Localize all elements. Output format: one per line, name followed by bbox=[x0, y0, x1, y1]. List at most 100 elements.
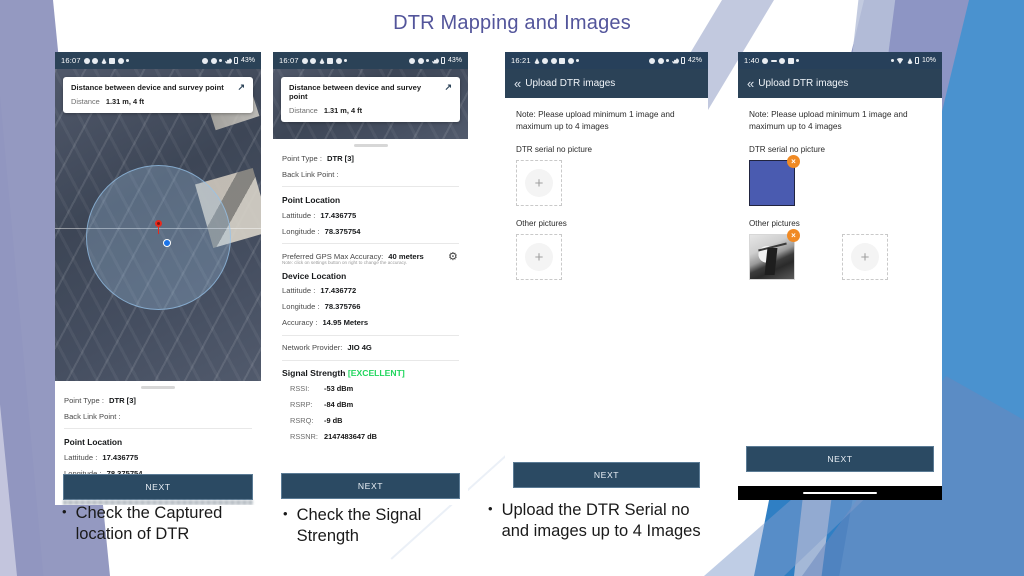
latitude-label: Lattitude : bbox=[64, 452, 98, 462]
bottom-sheet-handle[interactable] bbox=[353, 144, 388, 147]
android-nav-bar bbox=[738, 486, 942, 500]
map-view[interactable]: Distance between device and survey point… bbox=[273, 69, 468, 139]
divider bbox=[282, 334, 459, 336]
battery-icon bbox=[915, 57, 920, 64]
add-other-picture-button[interactable]: + bbox=[842, 234, 888, 281]
latitude-value: 17.436775 bbox=[102, 452, 139, 462]
page-title: DTR Mapping and Images bbox=[393, 12, 631, 34]
bottom-sheet-handle[interactable] bbox=[141, 386, 175, 389]
device-accuracy-label: Accuracy : bbox=[282, 318, 318, 327]
bullet-text: Upload the DTR Serial no and images up t… bbox=[501, 501, 701, 541]
back-link-row: Back Link Point : bbox=[64, 408, 252, 424]
bullet-text: Check the Captured location of DTR bbox=[75, 504, 223, 544]
serial-picture-label: DTR serial no picture bbox=[516, 145, 593, 155]
device-location-title: Device Location bbox=[282, 270, 347, 281]
delete-badge-icon[interactable]: × bbox=[787, 155, 800, 169]
status-left-icons bbox=[533, 57, 580, 64]
app-bar-title: Upload DTR images bbox=[758, 78, 849, 89]
add-serial-picture-button[interactable]: + bbox=[516, 160, 562, 207]
distance-card-title: Distance between device and survey point bbox=[71, 83, 224, 92]
add-other-picture-button[interactable]: + bbox=[516, 234, 562, 281]
chat-icon bbox=[92, 57, 99, 64]
rsrq-label: RSRQ: bbox=[290, 416, 314, 425]
phone-screenshot-2: 16:07 43% Distance between device and su… bbox=[273, 52, 468, 505]
distance-row: Distance 1.31 m, 4 ft bbox=[71, 97, 245, 106]
other-pictures-label: Other pictures bbox=[749, 219, 800, 229]
rssi-value: -53 dBm bbox=[324, 384, 354, 393]
latitude-row: Lattitude : 17.436775 bbox=[64, 449, 252, 465]
device-latitude-label: Lattitude : bbox=[282, 286, 316, 295]
back-link-label: Back Link Point : bbox=[282, 169, 339, 179]
longitude-row: Longitude : 78.375754 bbox=[282, 223, 459, 239]
status-left-icons bbox=[762, 57, 800, 64]
signal-row-rsrq: RSRQ: -9 dB bbox=[282, 413, 459, 429]
distance-card-title: Distance between device and survey point bbox=[289, 83, 422, 101]
distance-label: Distance bbox=[289, 106, 318, 115]
point-type-label: Point Type : bbox=[282, 153, 322, 163]
next-button[interactable]: NEXT bbox=[746, 446, 934, 472]
battery-percent: 43% bbox=[447, 57, 462, 64]
serial-picture-thumbnail[interactable]: × bbox=[749, 155, 800, 207]
status-time: 1:40 bbox=[744, 56, 760, 65]
latitude-label: Lattitude : bbox=[282, 210, 316, 220]
device-accuracy-row: Accuracy : 14.95 Meters bbox=[282, 315, 459, 331]
vibrate-icon bbox=[666, 59, 670, 62]
rsrp-value: -84 dBm bbox=[324, 400, 354, 409]
bg-left-shape-2 bbox=[0, 0, 44, 576]
next-button[interactable]: NEXT bbox=[63, 474, 253, 500]
expand-icon[interactable]: ↗ bbox=[444, 83, 452, 92]
distance-label: Distance bbox=[71, 97, 100, 106]
survey-point-pin-icon[interactable] bbox=[155, 220, 162, 234]
device-latitude-row: Lattitude : 17.436772 bbox=[282, 283, 459, 299]
bullet-marker: • bbox=[62, 504, 67, 519]
back-chevron-icon[interactable]: « bbox=[747, 77, 754, 90]
phone-screenshot-4: 1:40 10% « Upload DTR images Note: Pleas… bbox=[738, 52, 942, 500]
status-bar: 16:07 43% bbox=[55, 52, 261, 69]
distance-card-header: Distance between device and survey point… bbox=[71, 83, 245, 93]
accuracy-circle bbox=[86, 165, 231, 311]
next-button[interactable]: NEXT bbox=[513, 462, 700, 488]
status-time: 16:07 bbox=[279, 56, 299, 65]
gear-icon[interactable]: ⚙ bbox=[448, 251, 459, 263]
battery-percent: 10% bbox=[921, 57, 936, 64]
back-link-label: Back Link Point : bbox=[64, 411, 121, 421]
gps-accuracy-text-block: Preferred GPS Max Accuracy: 40 meters No… bbox=[282, 248, 424, 267]
slide-canvas: DTR Mapping and Images 16:07 43% Distanc… bbox=[0, 0, 1024, 576]
battery-icon bbox=[441, 57, 446, 64]
bullet-marker: • bbox=[488, 501, 493, 516]
home-gesture-pill[interactable] bbox=[803, 491, 877, 495]
serial-picture-label: DTR serial no picture bbox=[749, 145, 826, 155]
point-type-value: DTR [3] bbox=[108, 395, 136, 405]
distance-row: Distance 1.31 m, 4 ft bbox=[289, 106, 452, 115]
device-location-dot-icon[interactable] bbox=[163, 239, 171, 247]
alarm-icon bbox=[649, 57, 656, 64]
latitude-row: Lattitude : 17.436775 bbox=[282, 207, 459, 223]
map-view[interactable]: Distance between device and survey point… bbox=[55, 69, 261, 381]
signal-strength-label: Signal Strength bbox=[282, 367, 346, 378]
more-dot-icon bbox=[126, 59, 130, 62]
next-button[interactable]: NEXT bbox=[281, 473, 460, 499]
status-bar: 16:21 42% bbox=[505, 52, 708, 69]
battery-percent: 42% bbox=[687, 57, 702, 64]
signal-row-rsrp: RSRP: -84 dBm bbox=[282, 397, 459, 413]
instagram-icon bbox=[109, 57, 116, 64]
plus-icon: + bbox=[525, 169, 553, 198]
bullet-item-2: • Check the Signal Strength bbox=[283, 505, 473, 548]
app-icon bbox=[335, 57, 342, 64]
status-left-icons bbox=[83, 57, 130, 64]
point-type-row: Point Type : DTR [3] bbox=[64, 392, 252, 408]
more-dot-icon bbox=[344, 59, 348, 62]
location-icon bbox=[417, 57, 424, 64]
device-longitude-row: Longitude : 78.375766 bbox=[282, 299, 459, 315]
status-left-icons bbox=[301, 57, 348, 64]
expand-icon[interactable]: ↗ bbox=[237, 83, 245, 92]
delete-badge-icon[interactable]: × bbox=[787, 229, 800, 243]
app-bar-title: Upload DTR images bbox=[525, 78, 616, 89]
plus-icon: + bbox=[851, 243, 879, 272]
app-icon bbox=[567, 57, 574, 64]
other-picture-thumbnail[interactable]: × bbox=[749, 229, 800, 281]
app-bar: « Upload DTR images bbox=[505, 69, 708, 98]
bullet-item-1: • Check the Captured location of DTR bbox=[62, 503, 242, 546]
back-chevron-icon[interactable]: « bbox=[514, 77, 521, 90]
rssnr-label: RSSNR: bbox=[290, 432, 318, 441]
